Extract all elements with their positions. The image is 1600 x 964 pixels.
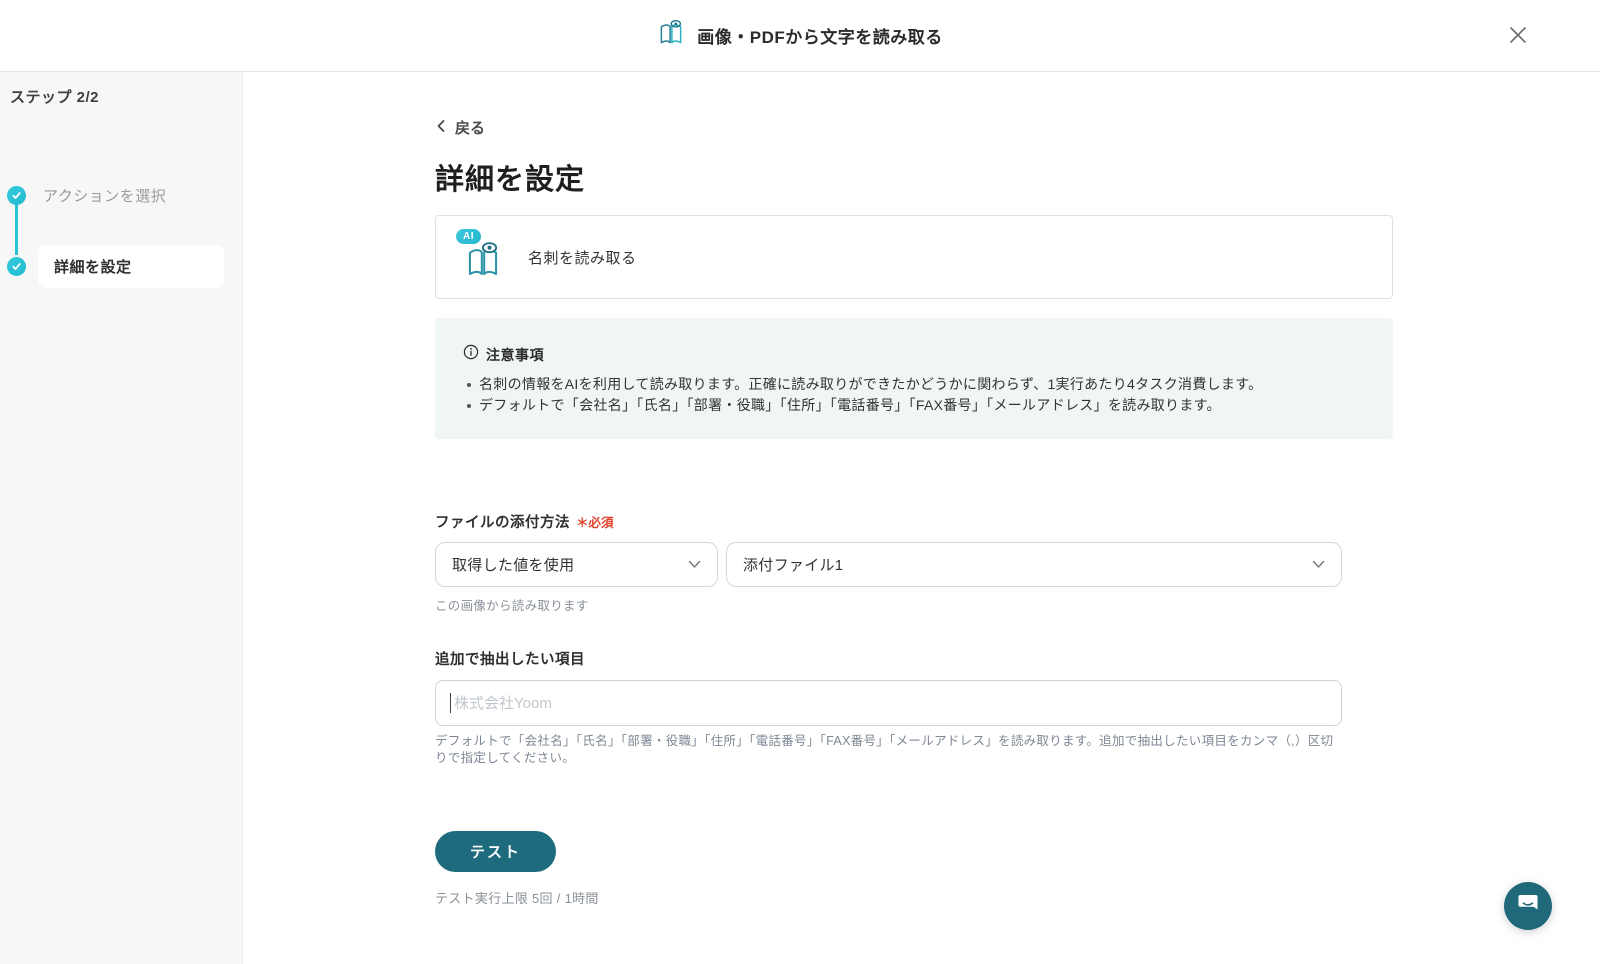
attach-method-select[interactable]: 取得した値を使用 — [435, 542, 718, 587]
extra-helper-text: デフォルトで「会社名」「氏名」「部署・役職」「住所」「電話番号」「FAX番号」「… — [435, 734, 1334, 765]
notice-box: 注意事項 名刺の情報をAIを利用して読み取ります。正確に読み取りができたかどうか… — [435, 318, 1393, 439]
sidebar-item-configure-details[interactable]: 詳細を設定 — [0, 245, 224, 288]
check-icon — [7, 257, 26, 276]
text-caret — [450, 693, 451, 713]
check-icon — [7, 186, 26, 205]
modal-header: 画像・PDFから文字を読み取る — [0, 0, 1600, 72]
ai-badge: AI — [456, 229, 481, 244]
test-limit-text: テスト実行上限 5回 / 1時間 — [435, 891, 599, 906]
sidebar-item-select-action[interactable]: アクションを選択 — [0, 185, 224, 206]
back-link[interactable]: 戻る — [435, 117, 485, 138]
close-button[interactable] — [1502, 20, 1534, 52]
ocr-action-settings-modal: 画像・PDFから文字を読み取る ステップ 2/2 アクションを選択 詳細を設定 — [0, 0, 1600, 964]
required-badge: ＊必須 — [576, 516, 614, 530]
page-title: 詳細を設定 — [435, 164, 586, 196]
selected-action-card[interactable]: AI 名刺を読み取る — [435, 215, 1393, 299]
chevron-down-icon — [688, 556, 701, 574]
ai-book-eye-icon: AI — [456, 229, 504, 283]
action-card-label: 名刺を読み取る — [528, 249, 637, 267]
chat-widget-button[interactable] — [1504, 882, 1552, 930]
book-eye-icon — [657, 19, 685, 52]
close-icon — [1506, 23, 1530, 50]
notice-list: 名刺の情報をAIを利用して読み取ります。正確に読み取りができたかどうかに関わらず… — [463, 374, 1365, 416]
steps-sidebar: ステップ 2/2 アクションを選択 詳細を設定 — [0, 72, 243, 964]
notice-item: デフォルトで「会社名」「氏名」「部署・役職」「住所」「電話番号」「FAX番号」「… — [463, 395, 1365, 416]
notice-item: 名刺の情報をAIを利用して読み取ります。正確に読み取りができたかどうかに関わらず… — [463, 374, 1365, 395]
test-button[interactable]: テスト — [435, 831, 556, 872]
modal-title: 画像・PDFから文字を読み取る — [697, 28, 943, 47]
step-label-active: 詳細を設定 — [38, 245, 224, 288]
field-label: ファイルの添付方法 — [435, 515, 570, 531]
info-icon — [463, 344, 479, 365]
chat-bubble-icon — [1515, 891, 1541, 922]
field-label: 追加で抽出したい項目 — [435, 652, 585, 668]
chevron-down-icon — [1312, 556, 1325, 574]
attach-file-select[interactable]: 添付ファイル1 — [726, 542, 1342, 587]
extra-items-section: 追加で抽出したい項目 デフォルトで「会社名」「氏名」「部署・役職」「住所」「電話… — [435, 648, 1393, 767]
file-attach-section: ファイルの添付方法 ＊必須 取得した値を使用 添付ファイル1 この画像から読み取… — [435, 511, 1393, 614]
notice-title: 注意事項 — [486, 346, 544, 363]
attach-helper-text: この画像から読み取ります — [435, 599, 589, 613]
step-label: アクションを選択 — [43, 188, 167, 205]
extra-items-input[interactable] — [435, 680, 1342, 726]
step-counter: ステップ 2/2 — [10, 89, 100, 106]
chevron-left-icon — [435, 119, 447, 137]
main-panel: 戻る 詳細を設定 AI 名刺を読み取る 注意事項 名刺の情報をAIを利用して読み… — [243, 72, 1600, 964]
